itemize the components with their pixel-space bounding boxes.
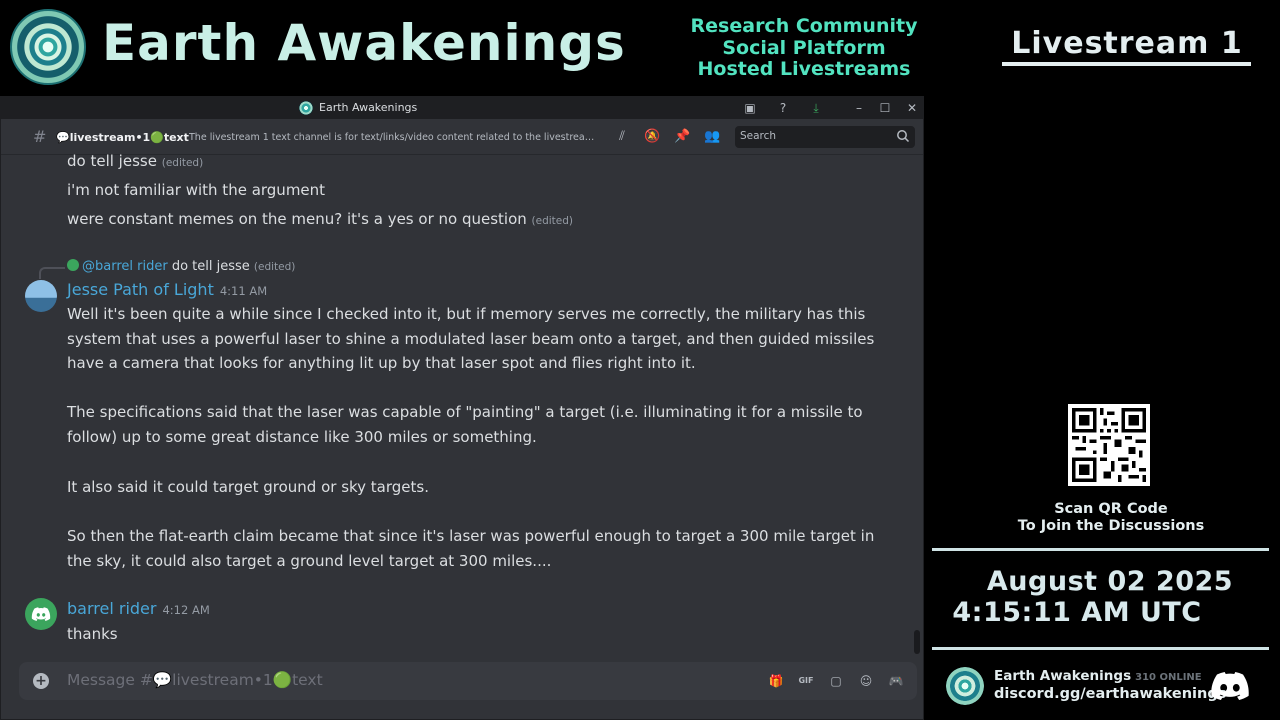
message-paragraph: The specifications said that the laser w… <box>67 403 863 446</box>
brand-title: Earth Awakenings <box>102 14 626 72</box>
username[interactable]: Jesse Path of Light <box>67 280 214 299</box>
scrollbar[interactable] <box>914 630 920 654</box>
livestream-title-underline <box>1002 62 1251 66</box>
divider <box>932 647 1269 650</box>
message-text: do tell jesse <box>67 152 157 170</box>
threads-icon[interactable]: ⫽ <box>614 129 630 145</box>
message-text: i'm not familiar with the argument <box>67 181 326 199</box>
reply-mention[interactable]: @barrel rider <box>82 259 168 274</box>
channel-header: # 💬livestream•1🟢text The livestream 1 te… <box>1 119 923 155</box>
search-box[interactable] <box>735 126 915 148</box>
server-logo-icon <box>946 667 984 705</box>
help-icon[interactable]: ? <box>775 100 791 116</box>
server-name: Earth Awakenings <box>994 668 1132 684</box>
message-composer: + 🎁 GIF ▢ ☺ 🎮 <box>19 662 917 700</box>
livestream-title: Livestream 1 <box>1011 26 1243 61</box>
stream-date: August 02 2025 <box>986 566 1234 597</box>
tagline-line: Hosted Livestreams <box>697 58 911 80</box>
reply-spine <box>39 267 65 279</box>
tagline: Research Community Social Platform Hoste… <box>672 15 936 81</box>
divider <box>932 548 1269 551</box>
hash-icon: # <box>33 127 47 146</box>
message-line: i'm not familiar with the argument <box>67 181 325 199</box>
message-paragraph: So then the flat-earth claim became that… <box>67 527 875 570</box>
edited-tag: (edited) <box>161 157 204 169</box>
pin-icon[interactable]: 📌 <box>674 129 690 145</box>
inbox-icon[interactable]: ▣ <box>742 100 758 116</box>
emoji-icon[interactable]: ☺ <box>858 673 874 689</box>
invite-url: discord.gg/earthawakenings <box>994 686 1227 702</box>
online-count: 310 ONLINE <box>1135 672 1202 683</box>
username[interactable]: barrel rider <box>67 599 156 618</box>
stream-time: 4:15:11 AM UTC <box>952 597 1202 628</box>
scan-line: Scan QR Code <box>1054 501 1168 517</box>
edited-tag: (edited) <box>253 261 296 273</box>
message-paragraph: It also said it could target ground or s… <box>67 478 429 496</box>
scan-instructions: Scan QR Code To Join the Discussions <box>985 501 1237 535</box>
discord-default-avatar-icon <box>31 607 51 621</box>
channel-topic[interactable]: The livestream 1 text channel is for tex… <box>189 132 601 143</box>
message-line: were constant memes on the menu? it's a … <box>67 210 573 228</box>
message-line: do tell jesse (edited) <box>67 152 203 170</box>
discord-window: Earth Awakenings ▣ ? ⤓ – ☐ ✕ # 💬livestre… <box>0 96 924 720</box>
sticker-icon[interactable]: ▢ <box>828 673 844 689</box>
message-list: do tell jesse (edited) i'm not familiar … <box>1 152 923 656</box>
timestamp: 4:11 AM <box>219 284 268 298</box>
gif-icon[interactable]: GIF <box>798 673 814 689</box>
reply-avatar-icon <box>67 259 79 271</box>
message-author: Jesse Path of Light 4:11 AM <box>67 280 267 299</box>
message-line: thanks <box>67 625 118 643</box>
banner: Earth Awakenings Research Community Soci… <box>0 0 1280 95</box>
gift-icon[interactable]: 🎁 <box>768 673 784 689</box>
qr-code-icon <box>1072 408 1146 482</box>
avatar[interactable] <box>25 598 57 630</box>
avatar[interactable] <box>25 280 57 312</box>
message-author: barrel rider 4:12 AM <box>67 599 210 618</box>
message-input[interactable] <box>67 671 687 689</box>
minimize-button[interactable]: – <box>851 100 867 116</box>
reply-preview[interactable]: @barrel rider do tell jesse (edited) <box>67 259 295 274</box>
message-paragraph: Well it's been quite a while since I che… <box>67 305 875 372</box>
tagline-line: Social Platform <box>722 36 886 59</box>
channel-name[interactable]: 💬livestream•1🟢text <box>56 131 189 144</box>
scan-line: To Join the Discussions <box>1017 518 1205 534</box>
earth-awakenings-logo-icon <box>10 9 86 85</box>
message-text: thanks <box>67 625 118 643</box>
maximize-button[interactable]: ☐ <box>877 100 893 116</box>
timestamp: 4:12 AM <box>162 603 210 617</box>
message-text: were constant memes on the menu? it's a … <box>67 210 527 228</box>
apps-gamepad-icon[interactable]: 🎮 <box>888 673 904 689</box>
member-list-icon[interactable]: 👥 <box>704 129 720 145</box>
attach-plus-icon[interactable]: + <box>33 673 49 689</box>
reply-text: do tell jesse <box>171 259 250 274</box>
edited-tag: (edited) <box>531 215 574 227</box>
title-bar: Earth Awakenings ▣ ? ⤓ – ☐ ✕ <box>1 97 923 119</box>
window-title: Earth Awakenings <box>319 101 418 114</box>
qr-code <box>1068 404 1150 486</box>
search-icon[interactable] <box>896 129 910 143</box>
server-icon <box>299 101 313 115</box>
close-button[interactable]: ✕ <box>904 100 920 116</box>
search-input[interactable] <box>740 130 890 142</box>
discord-logo-icon <box>1211 672 1249 700</box>
mute-bell-icon[interactable]: 🔕 <box>644 129 660 145</box>
server-info: Earth Awakenings 310 ONLINE <box>994 668 1202 684</box>
download-icon[interactable]: ⤓ <box>808 100 824 116</box>
tagline-line: Research Community <box>690 15 918 37</box>
